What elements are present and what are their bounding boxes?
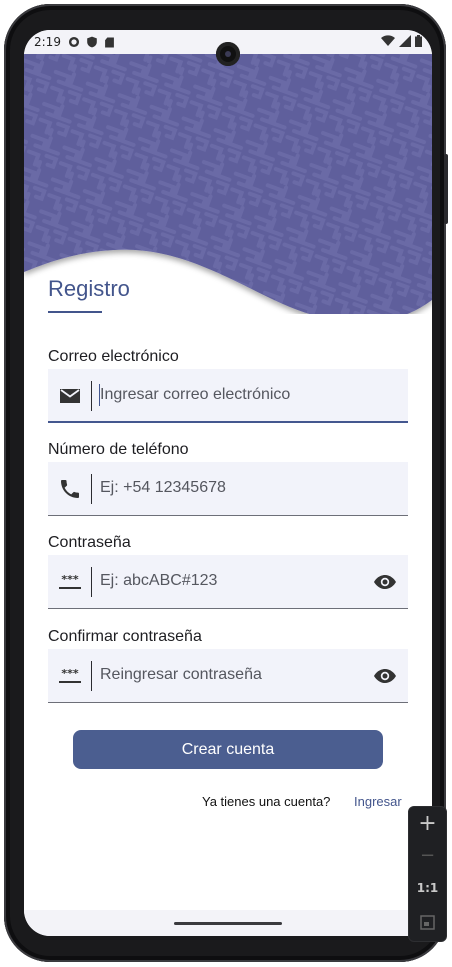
app-screen: 2:19 Registro Correo electrónico Ingresa…: [24, 30, 432, 936]
front-camera: [216, 42, 240, 66]
wifi-icon: [381, 35, 395, 46]
phone-label: Número de teléfono: [48, 441, 189, 458]
phone-placeholder: Ej: +54 12345678: [100, 479, 226, 496]
confirm-password-placeholder: Reingresar contraseña: [100, 666, 262, 683]
svg-text:***: ***: [61, 667, 79, 680]
create-account-button[interactable]: Crear cuenta: [73, 730, 383, 769]
zoom-out-button[interactable]: −: [409, 845, 446, 866]
password-field[interactable]: *** Ej: abcABC#123: [48, 555, 408, 609]
login-link[interactable]: Ingresar: [354, 794, 402, 809]
navigation-bar: [24, 910, 432, 936]
title-underline: [48, 311, 102, 313]
svg-text:***: ***: [61, 573, 79, 586]
password-placeholder: Ej: abcABC#123: [100, 572, 218, 589]
emulator-zoom-panel: + − 1:1: [408, 806, 447, 942]
shield-icon: [87, 36, 97, 48]
zoom-reset-button[interactable]: 1:1: [409, 881, 446, 895]
field-divider: [91, 381, 92, 411]
password-label: Contraseña: [48, 534, 131, 551]
sd-card-icon: [105, 37, 114, 47]
confirm-password-field[interactable]: *** Reingresar contraseña: [48, 649, 408, 703]
have-account-text: Ya tienes una cuenta?: [202, 794, 331, 809]
field-divider: [91, 661, 92, 691]
field-divider: [91, 567, 92, 597]
header-pattern: [24, 54, 432, 314]
confirm-password-label: Confirmar contraseña: [48, 628, 202, 645]
signal-icon: [399, 35, 411, 47]
settings-icon: [68, 36, 79, 48]
page-title: Registro: [48, 276, 130, 301]
status-time: 2:19: [34, 35, 61, 49]
visibility-toggle-icon[interactable]: [372, 570, 398, 594]
email-placeholder: Ingresar correo electrónico: [100, 386, 291, 403]
phone-icon: [61, 480, 79, 498]
battery-icon: [415, 35, 422, 47]
field-divider: [91, 474, 92, 504]
email-label: Correo electrónico: [48, 348, 179, 365]
phone-field[interactable]: Ej: +54 12345678: [48, 462, 408, 516]
visibility-toggle-icon[interactable]: [372, 664, 398, 688]
mail-icon: [60, 389, 80, 403]
home-gesture-handle[interactable]: [174, 922, 282, 925]
password-icon: ***: [59, 667, 81, 683]
phone-frame: 2:19 Registro Correo electrónico Ingresa…: [4, 4, 448, 962]
zoom-in-button[interactable]: +: [409, 811, 446, 836]
power-button: [444, 154, 448, 224]
password-icon: ***: [59, 573, 81, 589]
email-field[interactable]: Ingresar correo electrónico: [48, 369, 408, 423]
fit-screen-icon[interactable]: [420, 915, 435, 930]
